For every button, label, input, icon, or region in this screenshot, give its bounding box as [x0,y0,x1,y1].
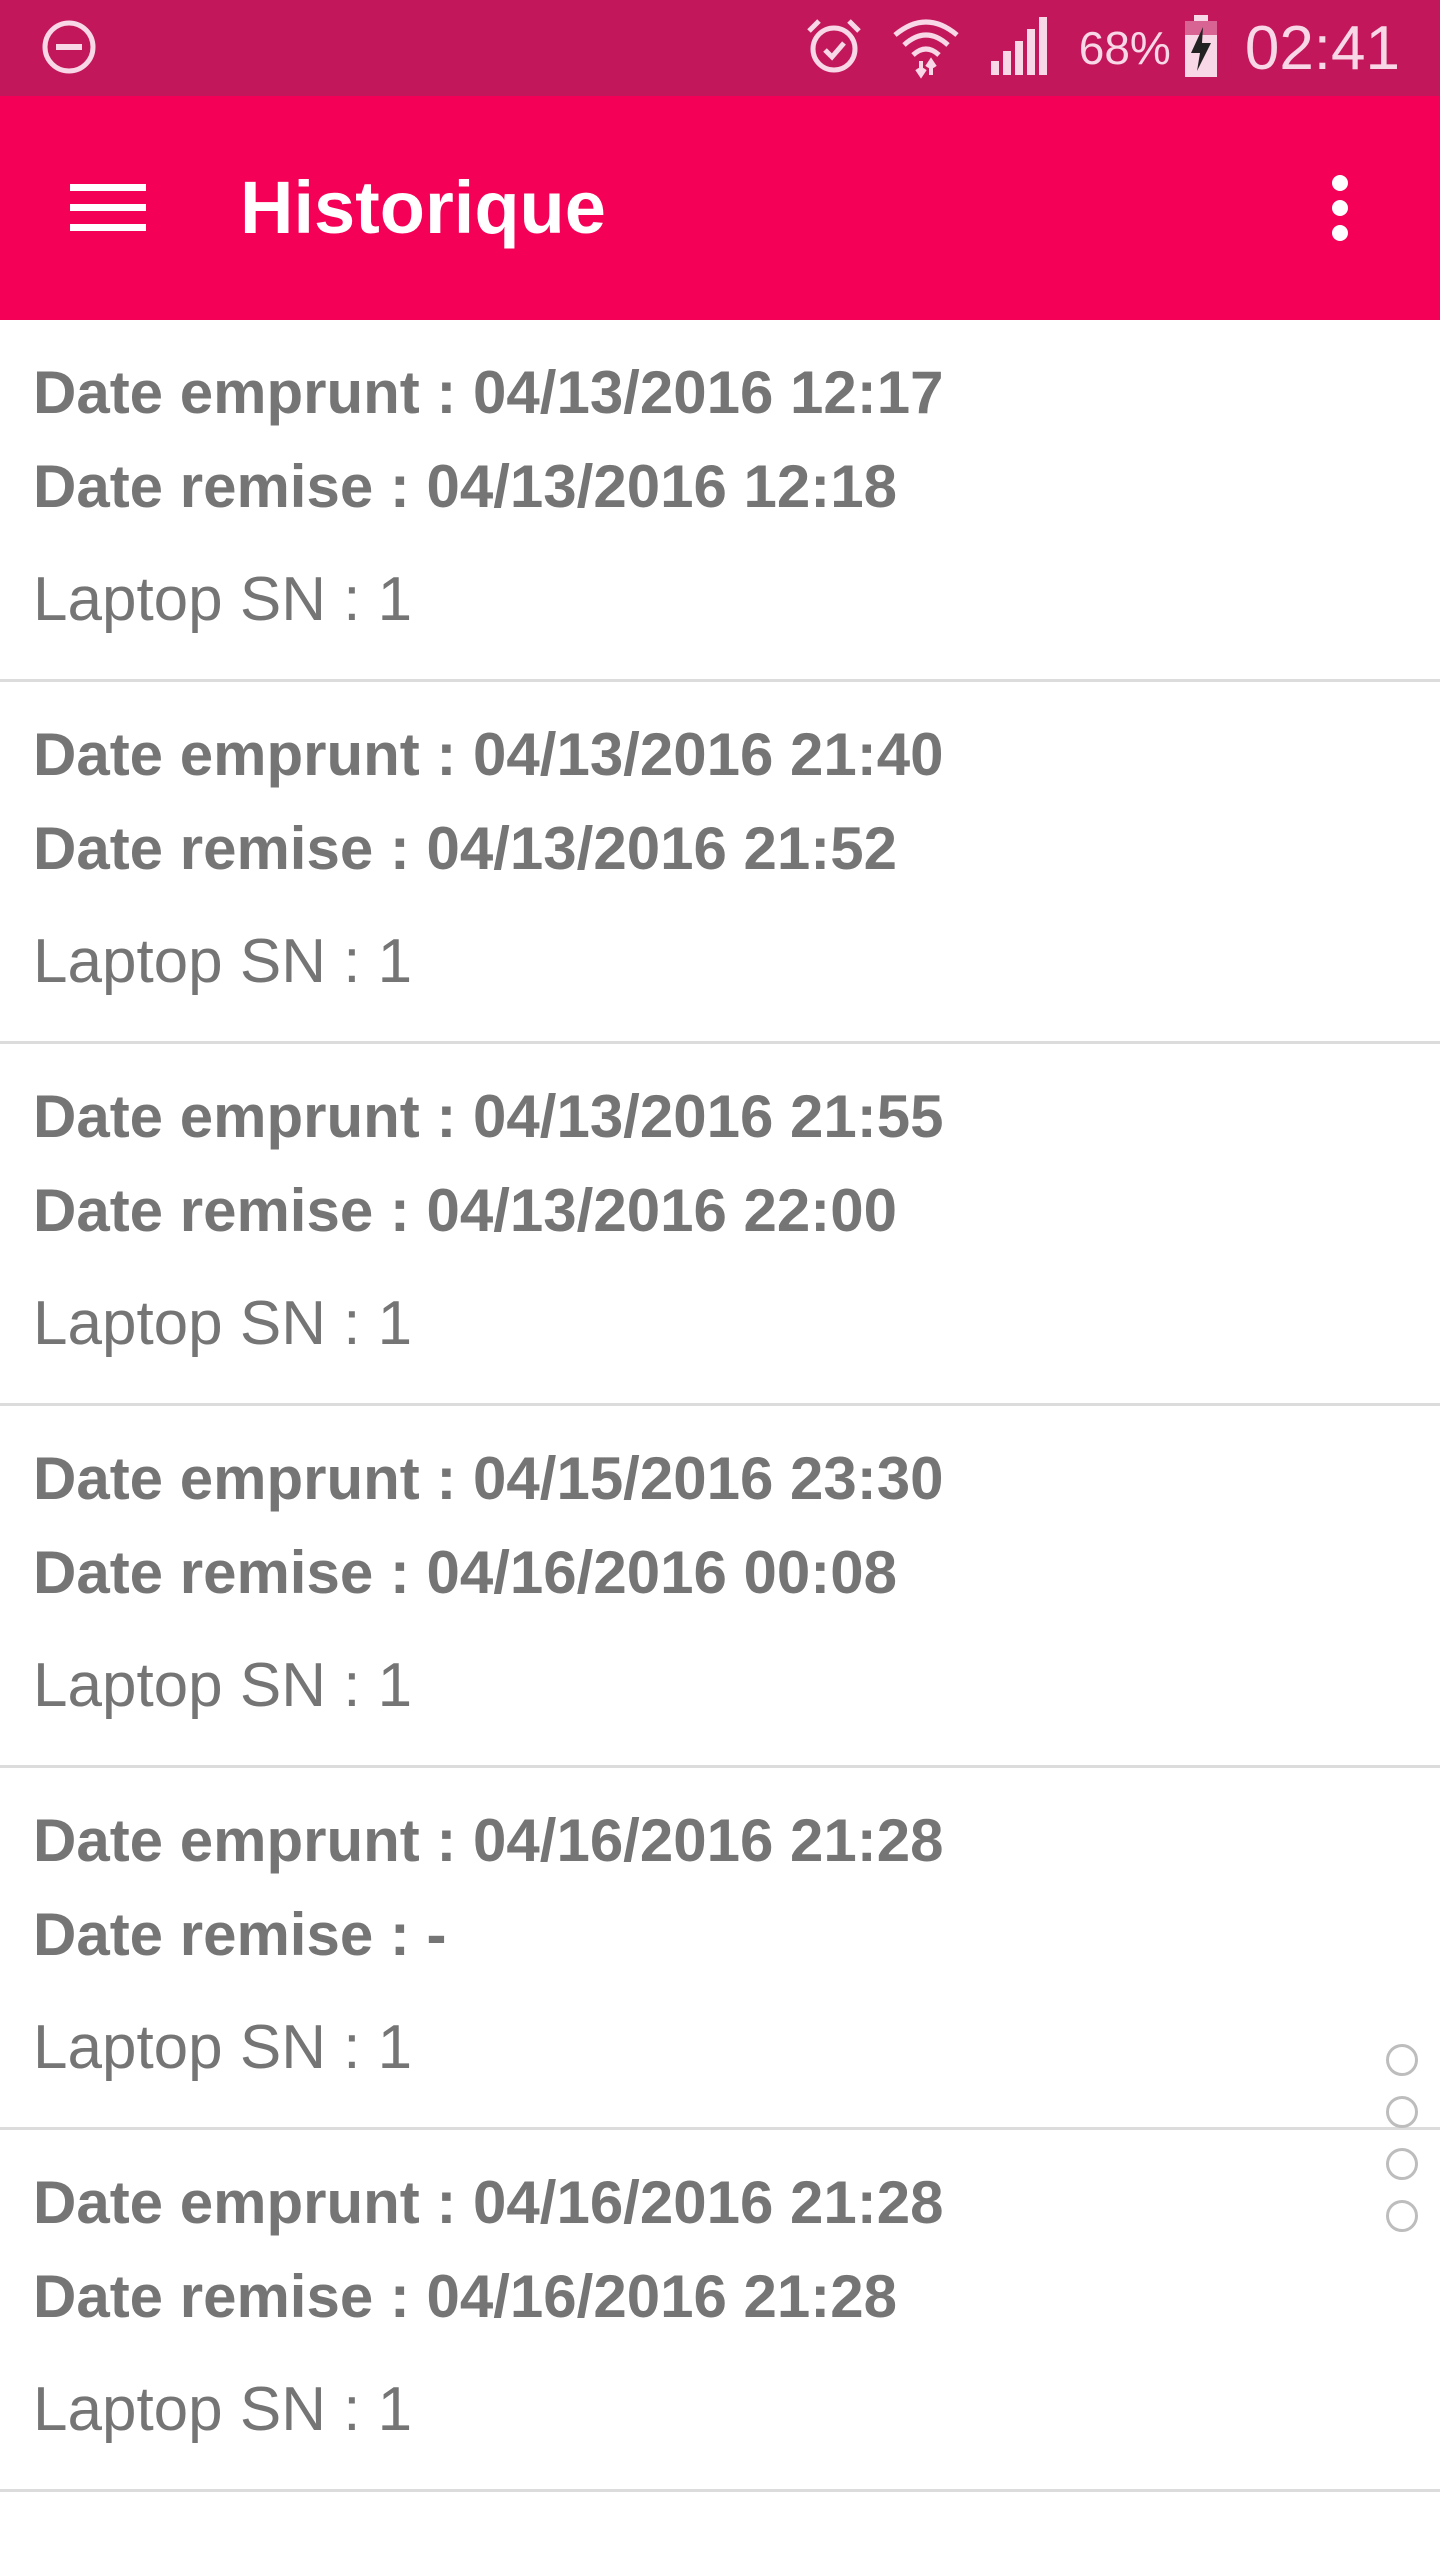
page-title: Historique [240,166,606,249]
wifi-icon [891,13,961,84]
borrow-date: Date emprunt : 04/15/2016 23:30 [33,1445,944,1512]
borrow-date: Date emprunt : 04/16/2016 21:28 [33,1807,944,1874]
history-item[interactable]: Date emprunt : 04/16/2016 21:28 Date rem… [0,1768,1440,2130]
scroll-dot-icon [1386,2044,1418,2076]
laptop-serial: Laptop SN : 1 [33,565,413,634]
status-bar: 68% 02:41 [0,0,1440,96]
scroll-dot-icon [1386,2096,1418,2128]
history-item[interactable]: Date emprunt : 04/13/2016 21:55 Date rem… [0,1044,1440,1406]
return-date: Date remise : 04/13/2016 21:52 [33,815,897,882]
laptop-serial: Laptop SN : 1 [33,927,413,996]
fast-scroll-handle[interactable] [1386,2044,1422,2244]
clock: 02:41 [1244,13,1400,83]
history-item[interactable]: Date emprunt : 04/13/2016 21:40 Date rem… [0,682,1440,1044]
borrow-date: Date emprunt : 04/16/2016 21:28 [33,2169,944,2236]
do-not-disturb-icon [40,18,98,76]
return-date: Date remise : - [33,1901,447,1968]
laptop-serial: Laptop SN : 1 [33,1289,413,1358]
borrow-date: Date emprunt : 04/13/2016 21:55 [33,1083,944,1150]
borrow-date: Date emprunt : 04/13/2016 21:40 [33,721,944,788]
return-date: Date remise : 04/16/2016 00:08 [33,1539,897,1606]
laptop-serial: Laptop SN : 1 [33,2375,413,2444]
laptop-serial: Laptop SN : 1 [33,1651,413,1720]
battery-charging-icon [1183,13,1219,84]
alarm-icon [803,15,865,82]
laptop-serial: Laptop SN : 1 [33,2013,413,2082]
battery-percent: 68% [1078,22,1171,74]
scroll-dot-icon [1386,2148,1418,2180]
app-bar: Historique [0,96,1440,320]
return-date: Date remise : 04/13/2016 22:00 [33,1177,897,1244]
history-list[interactable]: Date emprunt : 04/13/2016 12:17 Date rem… [0,320,1440,2492]
hamburger-menu-icon[interactable] [60,166,156,250]
scroll-dot-icon [1386,2200,1418,2232]
history-item[interactable]: Date emprunt : 04/15/2016 23:30 Date rem… [0,1406,1440,1768]
return-date: Date remise : 04/13/2016 12:18 [33,453,897,520]
signal-icon [987,15,1053,82]
history-item[interactable]: Date emprunt : 04/16/2016 21:28 Date rem… [0,2130,1440,2492]
history-item[interactable]: Date emprunt : 04/13/2016 12:17 Date rem… [0,320,1440,682]
more-vert-icon[interactable] [1300,162,1380,254]
return-date: Date remise : 04/16/2016 21:28 [33,2263,897,2330]
borrow-date: Date emprunt : 04/13/2016 12:17 [33,359,944,426]
